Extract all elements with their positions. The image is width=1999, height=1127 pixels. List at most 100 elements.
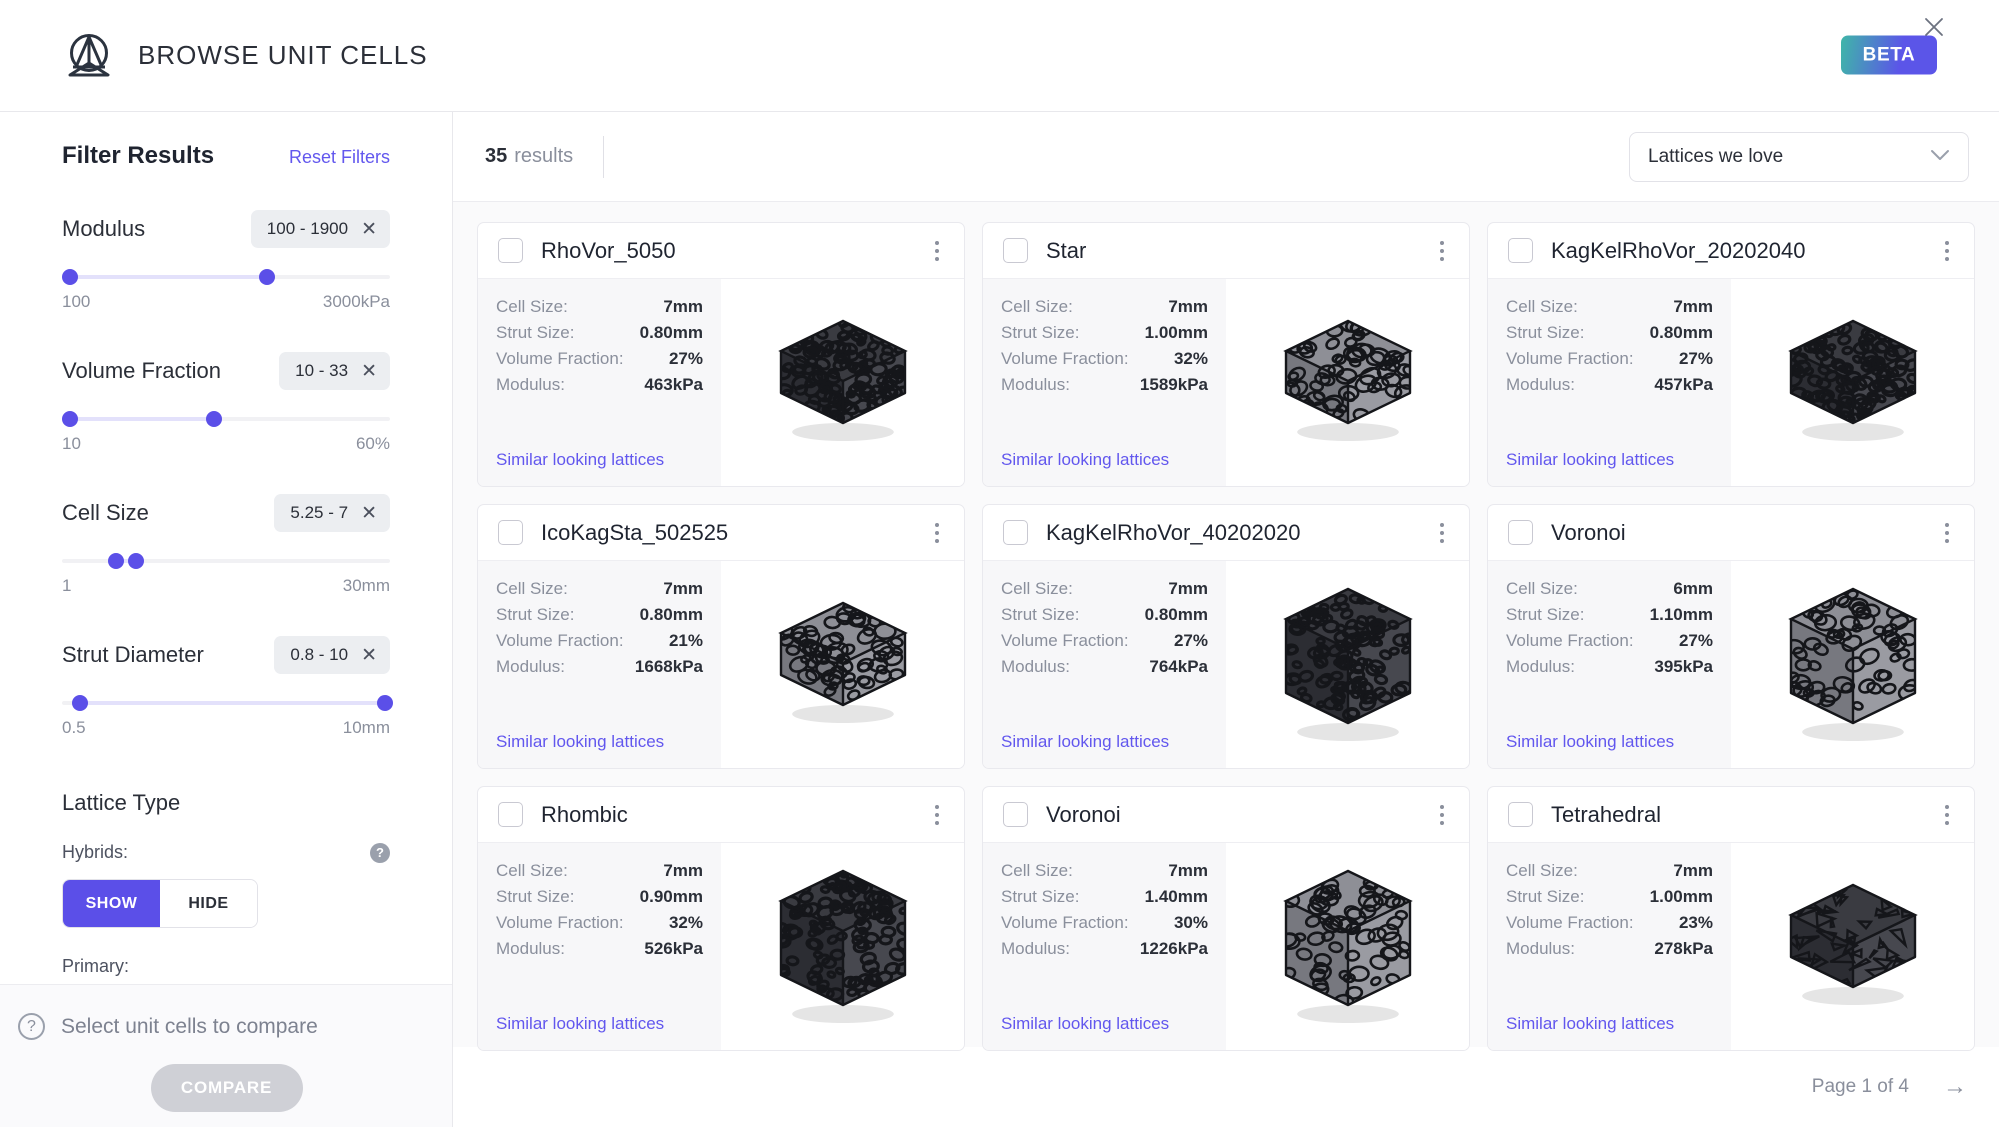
clear-icon[interactable]: ✕ <box>361 220 377 239</box>
similar-lattices-link[interactable]: Similar looking lattices <box>1001 1014 1208 1050</box>
more-options-icon[interactable] <box>924 520 950 546</box>
card-title: RhoVor_5050 <box>541 238 676 264</box>
similar-lattices-link[interactable]: Similar looking lattices <box>1506 732 1713 768</box>
unit-cell-card[interactable]: Rhombic Cell Size: 7mm Strut Size: 0.90m… <box>477 786 965 1051</box>
filter-header: Filter Results Reset Filters <box>62 142 390 170</box>
clear-icon[interactable]: ✕ <box>361 646 377 665</box>
card-select-checkbox[interactable] <box>1003 238 1028 263</box>
card-select-checkbox[interactable] <box>498 238 523 263</box>
similar-lattices-link[interactable]: Similar looking lattices <box>496 732 703 768</box>
strut-diameter-range-slider[interactable] <box>62 698 390 708</box>
chip-value: 0.8 - 10 <box>290 645 348 665</box>
slider-knob-min[interactable] <box>62 269 78 285</box>
slider-knob-min[interactable] <box>62 411 78 427</box>
unit-cell-card[interactable]: Voronoi Cell Size: 6mm Strut Size: 1.10m… <box>1487 504 1975 769</box>
card-select-checkbox[interactable] <box>1508 238 1533 263</box>
more-options-icon[interactable] <box>1934 802 1960 828</box>
slider-knob-max[interactable] <box>377 695 393 711</box>
spec-value: 27% <box>669 349 703 369</box>
spec-value: 27% <box>1174 631 1208 651</box>
unit-cell-card[interactable]: Voronoi Cell Size: 7mm Strut Size: 1.40m… <box>982 786 1470 1051</box>
card-select-checkbox[interactable] <box>1003 520 1028 545</box>
question-circle-icon[interactable]: ? <box>18 1013 45 1040</box>
spec-key: Cell Size: <box>1506 861 1578 881</box>
spec-key: Volume Fraction: <box>1001 631 1129 651</box>
similar-lattices-link[interactable]: Similar looking lattices <box>1001 450 1208 486</box>
filter-chip-strut-diameter[interactable]: 0.8 - 10 ✕ <box>274 636 390 674</box>
spec-key: Modulus: <box>496 375 565 395</box>
lattice-thumbnail <box>1731 561 1974 768</box>
more-options-icon[interactable] <box>1429 238 1455 264</box>
compare-button[interactable]: COMPARE <box>151 1064 303 1112</box>
unit-cell-card[interactable]: KagKelRhoVor_40202020 Cell Size: 7mm Str… <box>982 504 1470 769</box>
results-panel: 35 results Lattices we love RhoVor_5050 … <box>453 112 1999 1127</box>
unit-cell-card[interactable]: IcoKagSta_502525 Cell Size: 7mm Strut Si… <box>477 504 965 769</box>
card-body: Cell Size: 7mm Strut Size: 0.80mm Volume… <box>1488 279 1974 486</box>
spec-row: Volume Fraction: 30% <box>1001 913 1208 933</box>
card-select-checkbox[interactable] <box>498 520 523 545</box>
card-select-checkbox[interactable] <box>498 802 523 827</box>
spec-value: 457kPa <box>1654 375 1713 395</box>
similar-lattices-link[interactable]: Similar looking lattices <box>1506 450 1713 486</box>
spec-row: Cell Size: 7mm <box>496 579 703 599</box>
clear-icon[interactable]: ✕ <box>361 362 377 381</box>
unit-cell-card[interactable]: RhoVor_5050 Cell Size: 7mm Strut Size: 0… <box>477 222 965 487</box>
more-options-icon[interactable] <box>924 802 950 828</box>
volume-fraction-range-slider[interactable] <box>62 414 390 424</box>
more-options-icon[interactable] <box>1934 520 1960 546</box>
similar-lattices-link[interactable]: Similar looking lattices <box>496 1014 703 1050</box>
modulus-range-slider[interactable] <box>62 272 390 282</box>
unit-cell-card[interactable]: KagKelRhoVor_20202040 Cell Size: 7mm Str… <box>1487 222 1975 487</box>
filter-chip-volume-fraction[interactable]: 10 - 33 ✕ <box>279 352 390 390</box>
spec-value: 27% <box>1679 631 1713 651</box>
card-title: KagKelRhoVor_40202020 <box>1046 520 1300 546</box>
more-options-icon[interactable] <box>924 238 950 264</box>
spec-value: 7mm <box>1168 861 1208 881</box>
close-icon[interactable] <box>1917 10 1951 44</box>
clear-icon[interactable]: ✕ <box>361 504 377 523</box>
card-header: KagKelRhoVor_20202040 <box>1488 223 1974 279</box>
similar-lattices-link[interactable]: Similar looking lattices <box>1001 732 1208 768</box>
card-select-checkbox[interactable] <box>1508 520 1533 545</box>
spec-value: 278kPa <box>1654 939 1713 959</box>
card-specs: Cell Size: 7mm Strut Size: 0.80mm Volume… <box>478 279 721 486</box>
card-select-checkbox[interactable] <box>1508 802 1533 827</box>
card-select-checkbox[interactable] <box>1003 802 1028 827</box>
spec-key: Modulus: <box>1001 375 1070 395</box>
cell-size-range-slider[interactable] <box>62 556 390 566</box>
spec-key: Cell Size: <box>496 297 568 317</box>
slider-max-label: 60% <box>356 434 390 454</box>
hybrids-show-button[interactable]: SHOW <box>63 880 160 927</box>
more-options-icon[interactable] <box>1429 802 1455 828</box>
slider-knob-max[interactable] <box>206 411 222 427</box>
spec-value: 1.10mm <box>1650 605 1713 625</box>
spec-row: Modulus: 1589kPa <box>1001 375 1208 395</box>
slider-knob-min[interactable] <box>108 553 124 569</box>
slider-knob-max[interactable] <box>259 269 275 285</box>
unit-cell-card[interactable]: Star Cell Size: 7mm Strut Size: 1.00mm V… <box>982 222 1470 487</box>
spec-value: 7mm <box>663 297 703 317</box>
spec-value: 0.90mm <box>640 887 703 907</box>
primary-label: Primary: <box>62 956 390 977</box>
help-circle-icon[interactable]: ? <box>370 843 390 863</box>
reset-filters-link[interactable]: Reset Filters <box>289 147 390 168</box>
similar-lattices-link[interactable]: Similar looking lattices <box>1506 1014 1713 1050</box>
slider-knob-max[interactable] <box>128 553 144 569</box>
unit-cell-card[interactable]: Tetrahedral Cell Size: 7mm Strut Size: 1… <box>1487 786 1975 1051</box>
more-options-icon[interactable] <box>1934 238 1960 264</box>
filter-chip-modulus[interactable]: 100 - 1900 ✕ <box>251 210 390 248</box>
slider-min-label: 1 <box>62 576 71 596</box>
similar-lattices-link[interactable]: Similar looking lattices <box>496 450 703 486</box>
slider-min-label: 0.5 <box>62 718 86 738</box>
spec-key: Strut Size: <box>1506 887 1584 907</box>
hybrids-hide-button[interactable]: HIDE <box>160 880 257 927</box>
more-options-icon[interactable] <box>1429 520 1455 546</box>
sort-dropdown[interactable]: Lattices we love <box>1629 132 1969 182</box>
filter-chip-cell-size[interactable]: 5.25 - 7 ✕ <box>274 494 390 532</box>
hybrids-toggle-group[interactable]: SHOW HIDE <box>62 879 258 928</box>
card-specs: Cell Size: 7mm Strut Size: 0.80mm Volume… <box>1488 279 1731 486</box>
arrow-right-icon[interactable]: → <box>1943 1075 1967 1099</box>
slider-knob-min[interactable] <box>72 695 88 711</box>
spec-key: Modulus: <box>1506 375 1575 395</box>
spec-value: 27% <box>1679 349 1713 369</box>
